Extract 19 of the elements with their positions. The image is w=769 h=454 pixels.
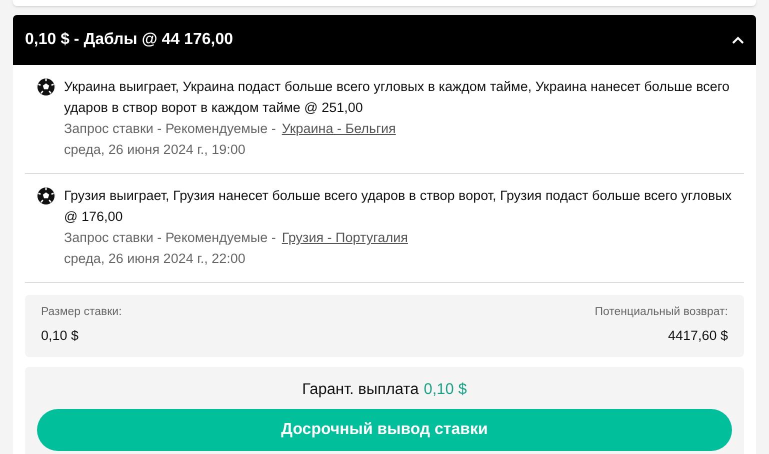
- payout-label: Гарант. выплата: [302, 380, 419, 400]
- selection-description: Грузия выиграет, Грузия нанесет больше всего ударов в створ ворот, Грузия подаст больше всего угловых @ 176,00: [64, 187, 733, 226]
- event-date: среда, 26 июня 2024 г., 19:00: [64, 141, 246, 159]
- payout-value: 0,10 $: [424, 380, 467, 400]
- event-link[interactable]: Грузия - Португалия: [282, 227, 408, 248]
- return-label: Потенциальный возврат:: [594, 305, 728, 320]
- stake-label: Размер ставки:: [41, 305, 122, 320]
- bet-title: 0,10 $ - Даблы @ 44 176,00: [25, 30, 233, 50]
- bet-header[interactable]: 0,10 $ - Даблы @ 44 176,00: [13, 15, 756, 65]
- chevron-up-icon: [732, 36, 744, 44]
- event-link[interactable]: Украина - Бельгия: [282, 118, 396, 139]
- selection-description: Украина выиграет, Украина подаст больше всего угловых в каждом тайме, Украина нанесет больше всего ударов в створ ворот в каждом тайме @ 251,00: [64, 78, 731, 117]
- soccer-ball-icon: [37, 187, 55, 205]
- return-value: 4417,60 $: [668, 327, 728, 346]
- stake-value: 0,10 $: [41, 327, 80, 346]
- event-date: среда, 26 июня 2024 г., 22:00: [64, 250, 246, 268]
- soccer-ball-icon: [37, 78, 55, 96]
- market-label: Запрос ставки - Рекомендуемые -: [64, 229, 276, 247]
- market-label: Запрос ставки - Рекомендуемые -: [64, 120, 276, 138]
